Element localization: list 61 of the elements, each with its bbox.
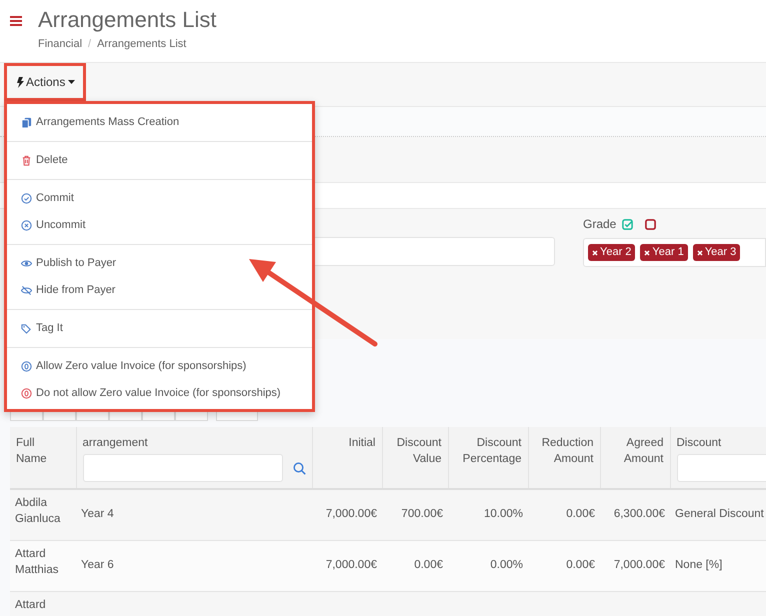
table-cell: 700.00€ — [401, 508, 443, 520]
search-icon[interactable] — [292, 462, 306, 475]
table-cell: 10.00% — [484, 508, 523, 520]
menu-item[interactable]: Commit — [7, 185, 312, 212]
zero-circle-icon — [21, 388, 32, 399]
table-cell: Attard Matthias — [15, 548, 58, 576]
remove-icon[interactable] — [696, 250, 703, 256]
actions-button[interactable]: Actions — [4, 63, 86, 101]
table-cell: Year 6 — [81, 558, 114, 571]
tags-icon — [21, 323, 32, 334]
column-header[interactable]: Full Name — [10, 427, 76, 489]
table-cell: 7,000.00€ — [326, 508, 377, 520]
column-header[interactable]: Discount Value — [382, 427, 448, 489]
table-cell: 6,300.00€ — [614, 508, 665, 520]
table-cell: 7,000.00€ — [614, 558, 665, 571]
page-title: Arrangements List — [38, 6, 217, 34]
table-cell: Abdila Gianluca — [15, 497, 60, 525]
bolt-icon — [17, 76, 24, 88]
x-circle-icon — [21, 220, 32, 231]
table-cell: 0.00€ — [566, 558, 595, 571]
caret-icon — [68, 80, 76, 84]
breadcrumb-link[interactable]: Financial — [38, 36, 82, 52]
check-circle-icon — [21, 193, 32, 204]
column-header[interactable]: Initial — [312, 427, 382, 489]
table-cell: Attard — [15, 598, 46, 610]
copy-icon — [21, 117, 32, 128]
menu-item[interactable]: Uncommit — [7, 212, 312, 239]
eye-slash-icon — [21, 285, 32, 296]
deselect-all-icon[interactable] — [645, 218, 656, 230]
column-header[interactable]: Reduction Amount — [528, 427, 600, 489]
grade-label: Grade — [583, 216, 616, 233]
remove-icon[interactable] — [592, 250, 598, 256]
filter-input-field[interactable] — [82, 454, 282, 482]
column-header[interactable]: Discount Percentage — [448, 427, 528, 489]
menu-item[interactable]: Publish to Payer — [7, 250, 312, 277]
remove-icon[interactable] — [644, 250, 650, 256]
table-cell: 0.00€ — [566, 508, 595, 520]
menu-icon[interactable] — [10, 16, 22, 26]
table-cell: None [%] — [675, 558, 722, 571]
table-cell: General Discount — [675, 508, 764, 520]
menu-item[interactable]: Do not allow Zero value Invoice (for sponsorships) — [7, 380, 312, 407]
table-cell: Year 4 — [81, 508, 114, 520]
eye-icon — [21, 258, 32, 269]
table-cell: 0.00€ — [414, 558, 443, 571]
trash-icon — [21, 155, 32, 166]
column-header[interactable]: arrangement — [76, 427, 312, 489]
table-cell: 0.00% — [490, 558, 523, 571]
grade-tag: Year 1 — [640, 244, 688, 261]
grade-tag: Year 3 — [692, 244, 740, 261]
menu-item[interactable]: Allow Zero value Invoice (for sponsorships) — [7, 353, 312, 380]
grade-select-field[interactable]: Year 2 Year 1 Year 3 — [583, 238, 766, 267]
column-header[interactable]: Agreed Amount — [600, 427, 670, 489]
column-header[interactable]: Discount — [670, 427, 766, 489]
grade-tag: Year 2 — [588, 244, 636, 261]
zero-circle-icon — [21, 361, 32, 372]
menu-item[interactable]: Tag It — [7, 315, 312, 342]
breadcrumb-link[interactable]: Arrangements List — [97, 36, 186, 52]
table-cell: 7,000.00€ — [326, 558, 377, 571]
breadcrumb-separator: / — [88, 37, 92, 52]
menu-item[interactable]: Hide from Payer — [7, 277, 312, 304]
menu-item[interactable]: Arrangements Mass Creation — [7, 109, 312, 136]
